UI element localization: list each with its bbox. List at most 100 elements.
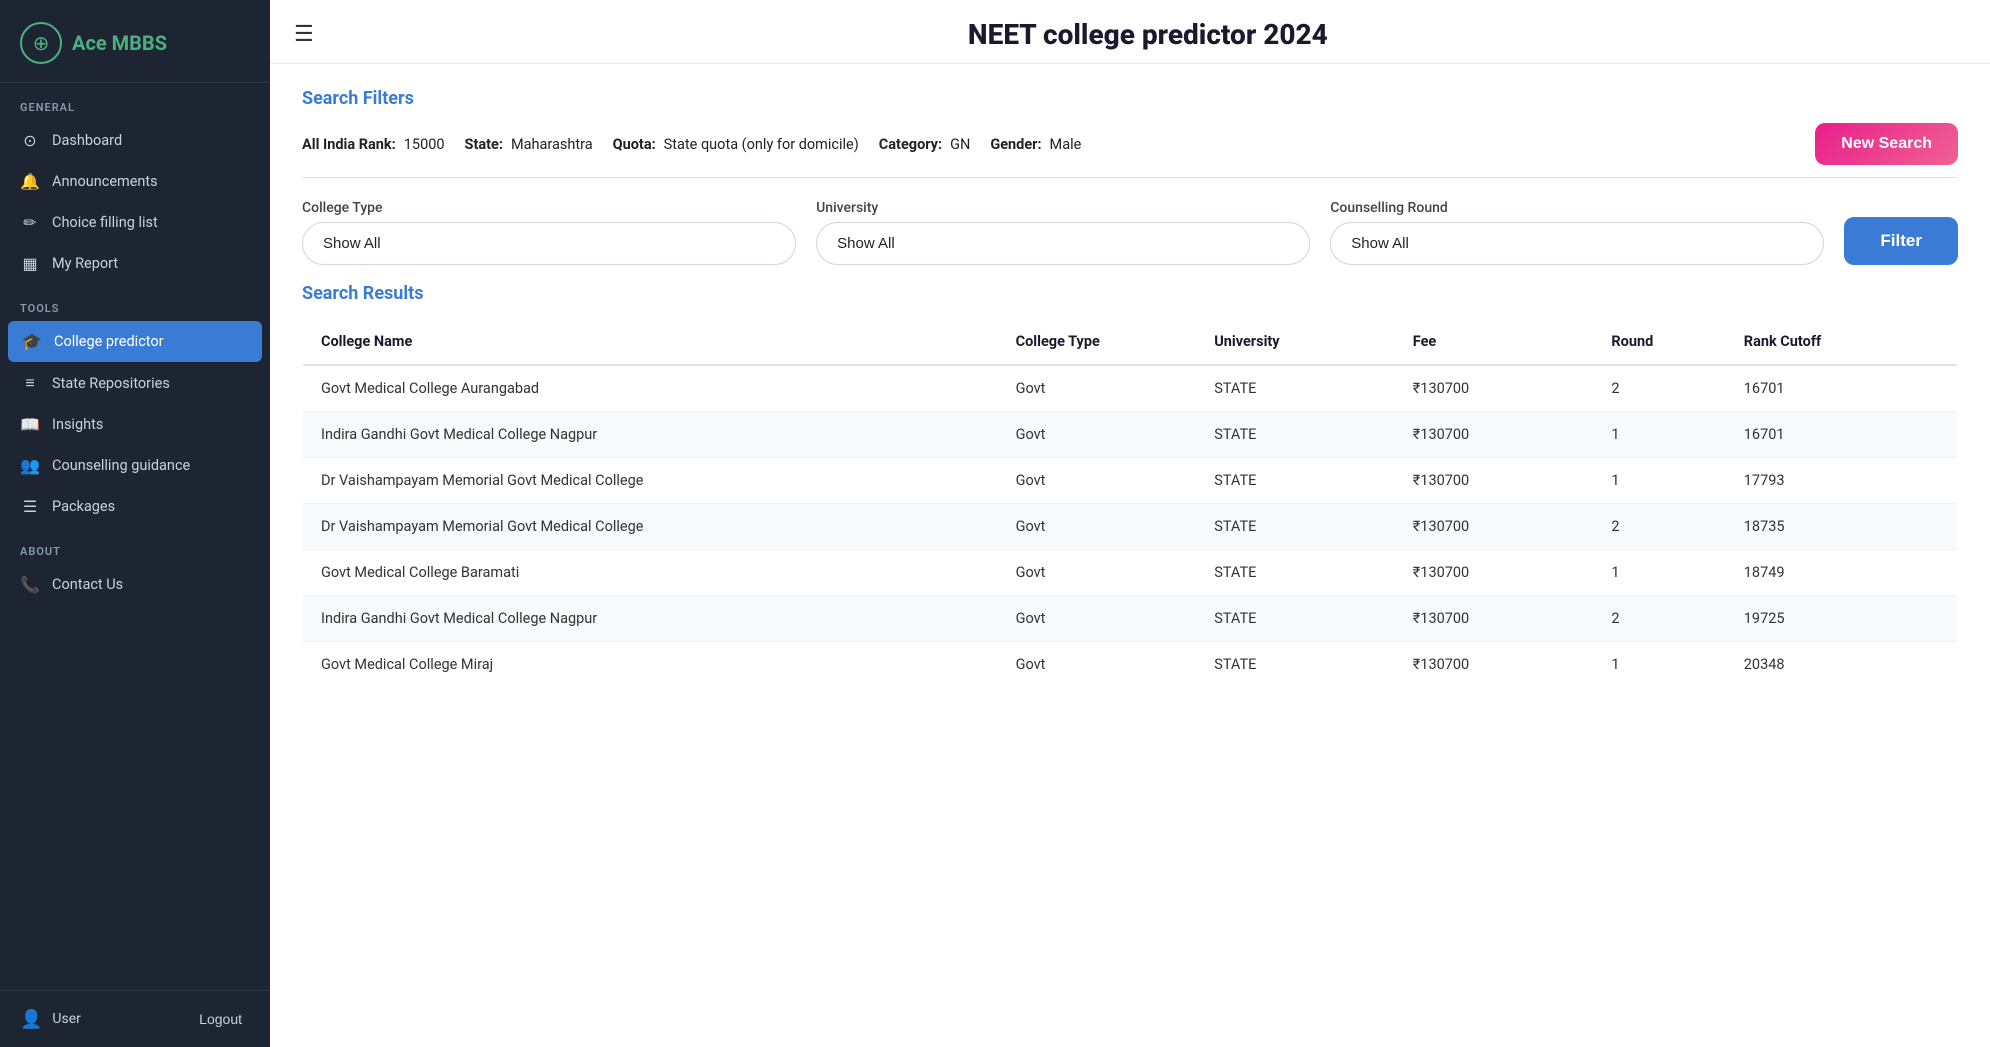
filter-rank-label: All India Rank: [302, 136, 396, 153]
university-select[interactable]: Show All STATE Central Deemed [816, 222, 1310, 265]
cell-round: 1 [1593, 412, 1725, 458]
sidebar-section-general: GENERAL ⊙ Dashboard 🔔 Announcements ✏ Ch… [0, 83, 270, 284]
sidebar-user: 👤 User [20, 1009, 81, 1030]
cell-type: Govt [998, 596, 1197, 642]
cell-round: 1 [1593, 642, 1725, 688]
dashboard-icon: ⊙ [20, 131, 40, 150]
table-row: Govt Medical College AurangabadGovtSTATE… [303, 365, 1958, 412]
col-header-round: Round [1593, 319, 1725, 366]
sidebar-section-tools: TOOLS 🎓 College predictor ≡ State Reposi… [0, 284, 270, 527]
col-header-fee: Fee [1395, 319, 1594, 366]
cell-cutoff: 18735 [1726, 504, 1958, 550]
cell-type: Govt [998, 504, 1197, 550]
sidebar-item-contact[interactable]: 📞 Contact Us [0, 564, 270, 605]
college-predictor-icon: 🎓 [22, 332, 42, 351]
results-table-body: Govt Medical College AurangabadGovtSTATE… [303, 365, 1958, 688]
cell-round: 1 [1593, 458, 1725, 504]
cell-round: 2 [1593, 596, 1725, 642]
sidebar-item-announcements[interactable]: 🔔 Announcements [0, 161, 270, 202]
state-repositories-icon: ≡ [20, 373, 40, 393]
cell-university: STATE [1196, 642, 1395, 688]
sidebar: ⊕ Ace MBBS GENERAL ⊙ Dashboard 🔔 Announc… [0, 0, 270, 1047]
college-type-label: College Type [302, 200, 796, 216]
sidebar-label-college-predictor: College predictor [54, 333, 164, 350]
sidebar-item-college-predictor[interactable]: 🎓 College predictor [8, 321, 262, 362]
filter-quota-label: Quota: [613, 136, 656, 153]
table-row: Dr Vaishampayam Memorial Govt Medical Co… [303, 504, 1958, 550]
hamburger-icon[interactable]: ☰ [294, 22, 314, 47]
insights-icon: 📖 [20, 415, 40, 434]
cell-university: STATE [1196, 412, 1395, 458]
sidebar-item-choice-filling[interactable]: ✏ Choice filling list [0, 202, 270, 243]
filter-category-value: GN [950, 136, 970, 153]
sidebar-label-choice-filling: Choice filling list [52, 214, 158, 231]
cell-fee: ₹130700 [1395, 458, 1594, 504]
logo-ace: Ace [72, 31, 107, 55]
sidebar-section-about: ABOUT 📞 Contact Us [0, 527, 270, 605]
cell-cutoff: 20348 [1726, 642, 1958, 688]
university-label: University [816, 200, 1310, 216]
cell-name: Govt Medical College Miraj [303, 642, 998, 688]
counselling-round-select[interactable]: Show All Round 1 Round 2 Round 3 [1330, 222, 1824, 265]
search-results-title: Search Results [302, 283, 1958, 304]
search-filters-section: Search Filters All India Rank: 15000 Sta… [270, 64, 1990, 283]
university-group: University Show All STATE Central Deemed [816, 200, 1310, 265]
logo-icon: ⊕ [20, 22, 62, 64]
filter-button[interactable]: Filter [1844, 217, 1958, 265]
main-header: ☰ NEET college predictor 2024 [270, 0, 1990, 64]
sidebar-item-state-repositories[interactable]: ≡ State Repositories [0, 362, 270, 404]
results-table: College Name College Type University Fee… [302, 318, 1958, 688]
logo-text: Ace MBBS [72, 31, 167, 55]
cell-fee: ₹130700 [1395, 642, 1594, 688]
cell-type: Govt [998, 365, 1197, 412]
sidebar-item-dashboard[interactable]: ⊙ Dashboard [0, 120, 270, 161]
cell-round: 2 [1593, 504, 1725, 550]
table-header-row: College Name College Type University Fee… [303, 319, 1958, 366]
cell-type: Govt [998, 642, 1197, 688]
cell-cutoff: 16701 [1726, 365, 1958, 412]
sidebar-item-packages[interactable]: ☰ Packages [0, 486, 270, 527]
col-header-type: College Type [998, 319, 1197, 366]
search-filters-title: Search Filters [302, 88, 1958, 109]
sidebar-label-my-report: My Report [52, 255, 118, 272]
my-report-icon: ▦ [20, 254, 40, 273]
table-row: Dr Vaishampayam Memorial Govt Medical Co… [303, 458, 1958, 504]
cell-university: STATE [1196, 504, 1395, 550]
choice-filling-icon: ✏ [20, 213, 40, 232]
cell-type: Govt [998, 412, 1197, 458]
logo: ⊕ Ace MBBS [0, 0, 270, 83]
cell-round: 1 [1593, 550, 1725, 596]
cell-name: Dr Vaishampayam Memorial Govt Medical Co… [303, 504, 998, 550]
cell-name: Indira Gandhi Govt Medical College Nagpu… [303, 596, 998, 642]
sidebar-label-contact: Contact Us [52, 576, 123, 593]
college-type-group: College Type Show All Govt Private Deeme… [302, 200, 796, 265]
sidebar-item-my-report[interactable]: ▦ My Report [0, 243, 270, 284]
cell-type: Govt [998, 458, 1197, 504]
cell-university: STATE [1196, 550, 1395, 596]
sidebar-item-counselling[interactable]: 👥 Counselling guidance [0, 445, 270, 486]
sidebar-label-counselling: Counselling guidance [52, 457, 190, 474]
sidebar-item-insights[interactable]: 📖 Insights [0, 404, 270, 445]
section-label-tools: TOOLS [0, 284, 270, 321]
cell-round: 2 [1593, 365, 1725, 412]
filter-state-label: State: [465, 136, 503, 153]
cell-cutoff: 18749 [1726, 550, 1958, 596]
dropdowns-row: College Type Show All Govt Private Deeme… [302, 178, 1958, 283]
logo-mbbs: MBBS [112, 31, 167, 55]
cell-university: STATE [1196, 365, 1395, 412]
page-title: NEET college predictor 2024 [330, 18, 1966, 51]
col-header-university: University [1196, 319, 1395, 366]
col-header-name: College Name [303, 319, 998, 366]
cell-fee: ₹130700 [1395, 365, 1594, 412]
sidebar-label-dashboard: Dashboard [52, 132, 122, 149]
announcements-icon: 🔔 [20, 172, 40, 191]
filter-state-value: Maharashtra [511, 136, 593, 153]
counselling-round-label: Counselling Round [1330, 200, 1824, 216]
logout-button[interactable]: Logout [191, 1007, 250, 1031]
table-row: Indira Gandhi Govt Medical College Nagpu… [303, 412, 1958, 458]
college-type-select[interactable]: Show All Govt Private Deemed [302, 222, 796, 265]
new-search-button[interactable]: New Search [1815, 123, 1958, 165]
cell-cutoff: 16701 [1726, 412, 1958, 458]
cell-university: STATE [1196, 596, 1395, 642]
section-label-general: GENERAL [0, 83, 270, 120]
